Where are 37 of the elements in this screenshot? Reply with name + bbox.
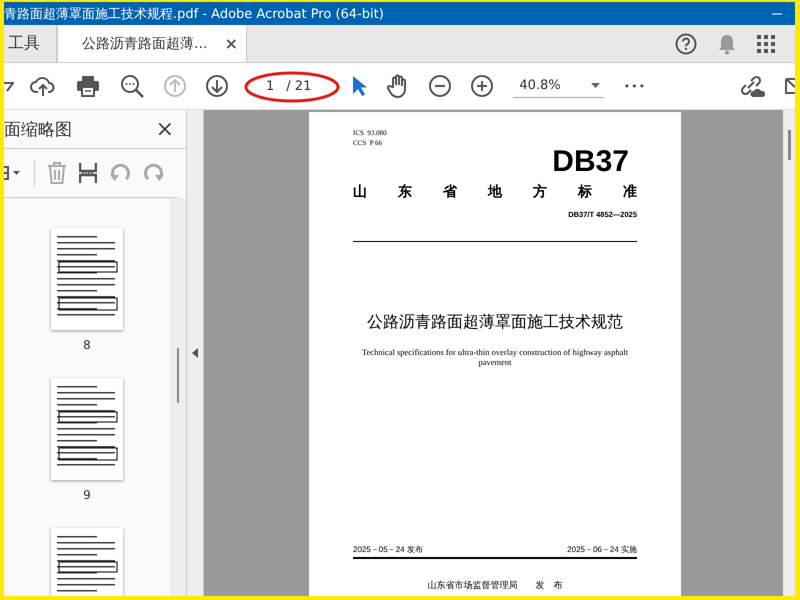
page-count: / 21 <box>286 78 312 94</box>
cloud-upload-icon[interactable] <box>30 75 56 97</box>
issue-date: 2025－05－24 发布 <box>353 544 423 555</box>
window-title: 青路面超薄罩面施工技术规程.pdf - Adobe Acrobat Pro (64-bit) <box>4 6 385 22</box>
close-button[interactable]: × <box>156 116 174 142</box>
search-icon[interactable] <box>120 74 144 98</box>
page-insert-icon[interactable] <box>79 162 97 184</box>
more-button[interactable]: ••• <box>624 80 646 92</box>
link-cloud-icon[interactable] <box>739 74 765 98</box>
caret-icon <box>590 83 600 88</box>
page-thumbnail[interactable] <box>51 228 123 330</box>
help-icon[interactable] <box>675 32 697 54</box>
zoom-dropdown[interactable]: 40.8% <box>513 74 604 98</box>
publisher: 山东省市场监督管理局 发 布 <box>426 579 564 592</box>
collapse-arrow-icon[interactable] <box>192 348 198 358</box>
mail-icon[interactable] <box>785 75 795 97</box>
printer-icon[interactable] <box>76 75 100 97</box>
document-tab[interactable]: 公路沥青路面超薄... × <box>57 25 247 62</box>
page-thumbnail[interactable] <box>51 528 123 596</box>
page-number: 8 <box>83 338 91 352</box>
zoom-in-icon[interactable] <box>471 75 494 97</box>
page-number: 9 <box>83 488 91 502</box>
scrollbar[interactable] <box>783 110 795 596</box>
effective-date: 2025－06－24 实施 <box>567 544 637 555</box>
apps-grid-icon[interactable] <box>757 34 775 52</box>
pointer-icon[interactable] <box>351 75 368 97</box>
panel-title: 面缩略图 <box>4 118 72 140</box>
page-options-icon[interactable] <box>4 164 22 182</box>
zoom-out-icon[interactable] <box>429 75 452 97</box>
page-thumbnail[interactable] <box>51 378 123 480</box>
standard-logo: DB37 <box>551 146 629 178</box>
english-title: Technical specifications for ultra-thin overlay construction of highway asphalt pavement <box>360 347 630 367</box>
close-icon[interactable]: × <box>224 34 238 53</box>
standard-heading: 山东省地方标准 <box>353 184 637 202</box>
page-number-field[interactable]: 1 <box>266 78 274 94</box>
scrollbar[interactable] <box>170 198 186 596</box>
document-title: 公路沥青路面超薄罩面施工技术规范 <box>366 312 624 333</box>
